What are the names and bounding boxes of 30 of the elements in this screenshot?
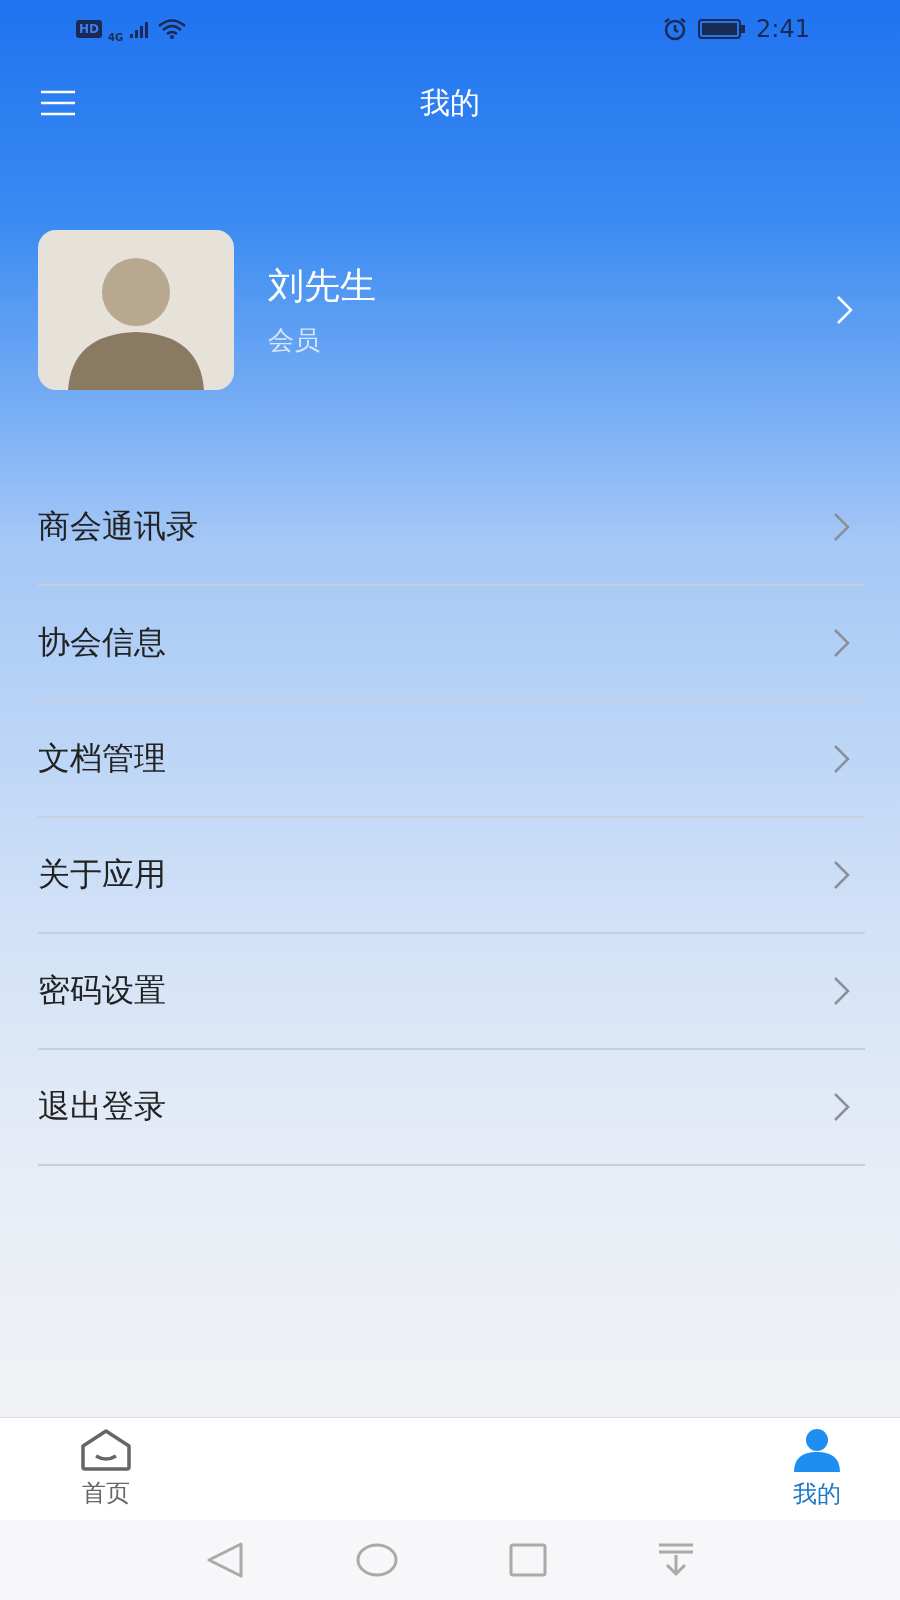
home-circle-icon[interactable]	[355, 1543, 399, 1577]
menu-item[interactable]: 文档管理	[38, 702, 865, 818]
chevron-right-icon	[836, 295, 854, 325]
battery-icon	[698, 18, 747, 40]
page-title: 我的	[420, 83, 480, 122]
wifi-icon	[157, 18, 188, 40]
hd-badge: HD	[76, 20, 102, 38]
chevron-right-icon	[833, 628, 851, 658]
chevron-right-icon	[833, 860, 851, 890]
menu-item[interactable]: 协会信息	[38, 586, 865, 702]
back-icon[interactable]	[205, 1542, 245, 1578]
chevron-right-icon	[833, 976, 851, 1006]
tab-item[interactable]: 我的	[792, 1418, 842, 1520]
square-icon[interactable]	[509, 1543, 547, 1577]
user-name: 刘先生	[268, 264, 377, 308]
menu-item[interactable]: 商会通讯录	[38, 470, 865, 586]
menu-item[interactable]: 关于应用	[38, 818, 865, 934]
chevron-right-icon	[833, 744, 851, 774]
menu-item[interactable]: 密码设置	[38, 934, 865, 1050]
chevron-right-icon	[833, 1092, 851, 1122]
user-icon	[792, 1428, 842, 1472]
network-label: 4G	[108, 31, 124, 43]
home-icon	[80, 1429, 132, 1471]
menu-item[interactable]: 退出登录	[38, 1050, 865, 1166]
download-icon[interactable]	[657, 1543, 695, 1577]
chevron-right-icon	[833, 512, 851, 542]
menu-icon[interactable]	[40, 90, 76, 116]
user-role: 会员	[268, 324, 321, 357]
clock-time: 2:41	[756, 15, 810, 43]
tab-item[interactable]: 首页	[80, 1418, 132, 1520]
